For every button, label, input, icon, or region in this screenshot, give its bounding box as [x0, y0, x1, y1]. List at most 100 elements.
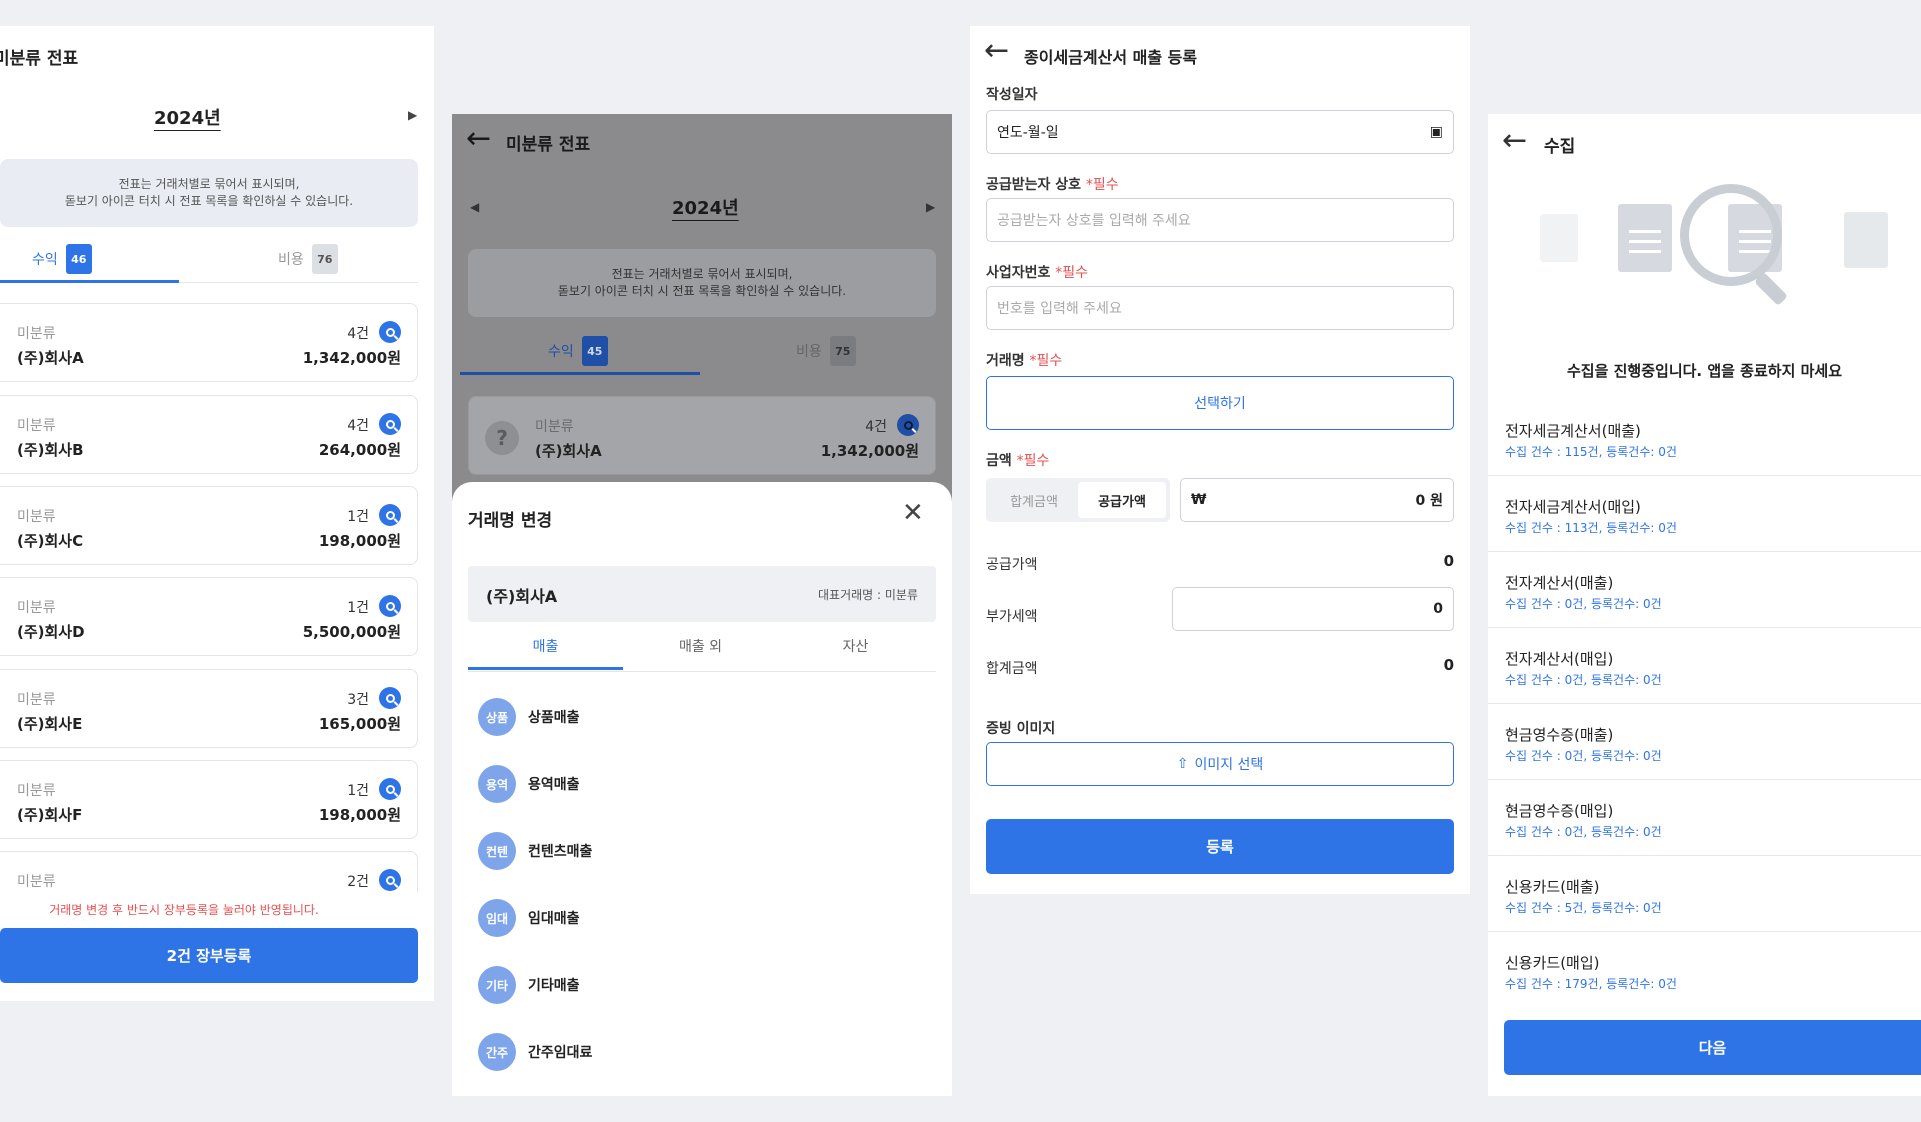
category-label: 임대매출: [528, 911, 580, 927]
select-trade-button[interactable]: 선택하기: [986, 376, 1454, 430]
back-arrow-icon[interactable]: ←: [1502, 126, 1527, 156]
voucher-card[interactable]: 미분류 (주)회사B 4건 264,000원: [0, 395, 418, 474]
card-count: 4건: [347, 326, 369, 342]
card-amount: 264,000원: [318, 441, 401, 459]
collection-item-title: 전자세금계산서(매출): [1505, 422, 1641, 440]
category-item[interactable]: 임대 임대매출: [478, 899, 580, 937]
amount-input[interactable]: ₩ 0 원: [1180, 478, 1454, 522]
tab-non-sales[interactable]: 매출 외: [623, 636, 778, 670]
card-category: 미분류: [17, 783, 56, 799]
page-title: 미분류 전표: [0, 49, 79, 69]
category-badge: 용역: [478, 765, 516, 803]
category-label: 상품매출: [528, 710, 580, 726]
info-notice: 전표는 거래처별로 묶어서 표시되며, 돋보기 아이콘 터치 시 전표 목록을 …: [0, 159, 418, 227]
next-button[interactable]: 다음: [1504, 1020, 1921, 1075]
count-badge: 75: [829, 336, 856, 366]
tab-expense[interactable]: 비용 76: [278, 244, 338, 274]
voucher-card[interactable]: 미분류 (주)회사D 1건 5,500,000원: [0, 577, 418, 656]
required-mark: *필수: [1029, 353, 1063, 369]
tab-sales[interactable]: 매출: [468, 636, 623, 670]
category-item[interactable]: 상품 상품매출: [478, 698, 580, 736]
card-company: (주)회사B: [17, 441, 84, 459]
sheet-title: 거래명 변경: [468, 511, 553, 531]
info-notice: 전표는 거래처별로 묶어서 표시되며, 돋보기 아이콘 터치 시 전표 목록을 …: [468, 249, 936, 317]
category-label: 간주임대료: [528, 1045, 593, 1061]
buyer-name-input[interactable]: 공급받는자 상호를 입력해 주세요: [986, 198, 1454, 242]
required-mark: *필수: [1055, 265, 1089, 281]
tab-expense[interactable]: 비용 75: [796, 336, 856, 366]
card-category: 미분류: [535, 419, 574, 435]
category-badge: 상품: [478, 698, 516, 736]
magnifier-icon[interactable]: [379, 778, 401, 800]
card-category: 미분류: [17, 326, 56, 342]
close-icon[interactable]: ✕: [902, 498, 924, 528]
image-select-button[interactable]: ⇧ 이미지 선택: [986, 742, 1454, 786]
magnifier-icon[interactable]: [379, 413, 401, 435]
total-value: 0: [1443, 656, 1454, 674]
amount-type-toggle[interactable]: 합계금액 공급가액: [986, 478, 1170, 522]
back-arrow-icon[interactable]: ←: [466, 124, 491, 154]
register-ledger-button[interactable]: 2건 장부등록: [0, 928, 418, 983]
bizno-label-text: 사업자번호: [986, 265, 1051, 281]
next-year-icon[interactable]: ▶: [408, 108, 417, 122]
currency-symbol: ₩: [1191, 492, 1207, 508]
active-tab-indicator: [460, 372, 700, 375]
card-amount: 1,342,000원: [820, 442, 919, 460]
buyer-label-text: 공급받는자 상호: [986, 177, 1082, 193]
amount-label-text: 금액: [986, 453, 1012, 469]
representative-trade-name: 대표거래명 : 미분류: [818, 588, 918, 602]
date-input[interactable]: 연도-월-일 ▣: [986, 110, 1454, 154]
category-item[interactable]: 컨텐 컨텐츠매출: [478, 832, 592, 870]
back-arrow-icon[interactable]: ←: [984, 36, 1009, 66]
notice-line: 전표는 거래처별로 묶어서 표시되며,: [118, 177, 300, 191]
divider: [1488, 779, 1921, 780]
total-label: 합계금액: [986, 661, 1038, 677]
tab-revenue[interactable]: 수익 45: [548, 336, 608, 366]
evidence-label: 증빙 이미지: [986, 721, 1056, 737]
voucher-card[interactable]: 미분류 (주)회사A 4건 1,342,000원: [0, 303, 418, 382]
calendar-icon[interactable]: ▣: [1430, 124, 1443, 140]
voucher-card[interactable]: ? 미분류 (주)회사A 4건 1,342,000원: [468, 396, 936, 475]
category-item[interactable]: 용역 용역매출: [478, 765, 580, 803]
vat-label: 부가세액: [986, 609, 1038, 625]
tab-assets[interactable]: 자산: [778, 636, 933, 670]
toggle-total[interactable]: 합계금액: [990, 482, 1078, 518]
collection-item-detail: 수집 건수 : 0건, 등록건수: 0건: [1505, 749, 1662, 763]
category-item[interactable]: 기타 기타매출: [478, 966, 580, 1004]
prev-year-icon[interactable]: ◀: [470, 200, 479, 214]
card-amount: 5,500,000원: [302, 623, 401, 641]
notice-line: 전표는 거래처별로 묶어서 표시되며,: [611, 267, 793, 281]
magnifier-icon[interactable]: [379, 869, 401, 891]
magnifier-icon[interactable]: [379, 504, 401, 526]
next-year-icon[interactable]: ▶: [926, 200, 935, 214]
magnifier-icon[interactable]: [379, 687, 401, 709]
voucher-card[interactable]: 미분류 (주)회사F 1건 198,000원: [0, 760, 418, 839]
amount-value: 0 원: [1415, 493, 1444, 509]
selected-company-name: (주)회사A: [486, 587, 558, 606]
count-badge: 46: [65, 244, 92, 274]
magnifier-icon[interactable]: [379, 595, 401, 617]
category-item[interactable]: 간주 간주임대료: [478, 1033, 592, 1071]
supply-value: 0: [1443, 552, 1454, 570]
card-category: 미분류: [17, 692, 56, 708]
tab-revenue[interactable]: 수익 46: [32, 244, 92, 274]
trade-name-bottom-sheet: 거래명 변경 ✕ (주)회사A 대표거래명 : 미분류 매출 매출 외 자산 상…: [452, 482, 952, 1096]
card-category: 미분류: [17, 418, 56, 434]
card-count: 4건: [347, 418, 369, 434]
collection-item-title: 전자계산서(매출): [1505, 574, 1614, 592]
voucher-card[interactable]: 미분류 (주)회사E 3건 165,000원: [0, 669, 418, 748]
voucher-card[interactable]: 미분류 (주)회사C 1건 198,000원: [0, 486, 418, 565]
magnifier-icon[interactable]: [379, 321, 401, 343]
card-company: (주)회사E: [17, 715, 83, 733]
toggle-supply[interactable]: 공급가액: [1078, 482, 1166, 518]
magnifier-icon[interactable]: [897, 414, 919, 436]
page-title: 수집: [1544, 137, 1576, 157]
category-badge: 컨텐: [478, 832, 516, 870]
submit-button[interactable]: 등록: [986, 819, 1454, 874]
trade-label: 거래명 *필수: [986, 350, 1062, 370]
magnifier-icon: [1680, 184, 1782, 286]
vat-input[interactable]: 0: [1172, 587, 1454, 631]
business-number-input[interactable]: 번호를 입력해 주세요: [986, 286, 1454, 330]
dimmed-background: ← 미분류 전표 ◀ 2024년 ▶ 전표는 거래처별로 묶어서 표시되며, 돋…: [452, 114, 952, 516]
question-mark-icon: ?: [485, 421, 519, 455]
